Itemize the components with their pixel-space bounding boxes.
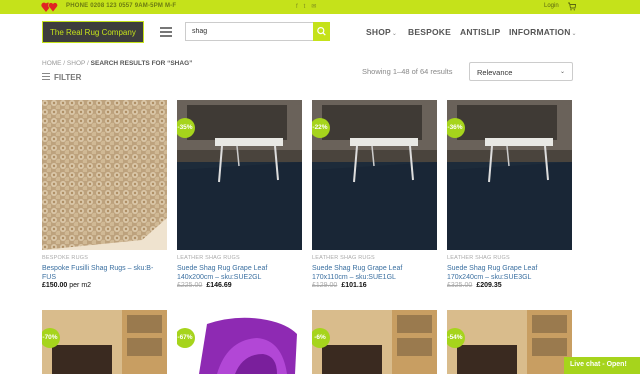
filter-icon: [42, 73, 50, 82]
top-bar: PHONE 0208 123 0557 9AM-5PM M-F f t ✉ Logi…: [0, 0, 640, 14]
nav-bespoke-label: BESPOKE: [408, 27, 451, 37]
filter-label: FILTER: [54, 73, 82, 82]
product-price: £225.00 £146.69: [177, 282, 232, 289]
email-icon[interactable]: ✉: [311, 4, 316, 10]
breadcrumb-shop[interactable]: SHOP: [67, 60, 85, 67]
nav-shop[interactable]: SHOP⌄: [366, 27, 397, 37]
chevron-down-icon: ⌄: [559, 69, 565, 75]
search-icon: [317, 27, 326, 36]
product-image[interactable]: -54%: [447, 310, 572, 374]
phone-number: PHONE 0208 123 0557 9AM-5PM M-F: [66, 3, 177, 9]
product-name[interactable]: Suede Shag Rug Grape Leaf 170x110cm – sk…: [312, 264, 437, 282]
product-name[interactable]: Suede Shag Rug Grape Leaf 170x240cm – sk…: [447, 264, 572, 282]
product-image[interactable]: -35%: [177, 100, 302, 250]
product-category[interactable]: LEATHER SHAG RUGS: [312, 255, 375, 261]
price-old: £325.00: [447, 282, 473, 289]
breadcrumb-current: SEARCH RESULTS FOR “SHAG”: [90, 60, 193, 67]
sort-selected: Relevance: [477, 68, 513, 77]
cart-icon[interactable]: [568, 2, 576, 11]
login-link[interactable]: Login: [544, 3, 559, 9]
twitter-icon[interactable]: t: [304, 4, 306, 10]
nav-information[interactable]: INFORMATION⌄: [509, 27, 577, 37]
product-image[interactable]: -6%: [312, 310, 437, 374]
sort-select[interactable]: Relevance ⌄: [469, 62, 573, 81]
price-old: £129.00: [312, 282, 338, 289]
search-box: [185, 22, 330, 41]
breadcrumb-home[interactable]: HOME: [42, 60, 62, 67]
nav-antislip[interactable]: ANTISLIP: [460, 27, 500, 37]
logo-text: The Real Rug Company: [50, 28, 136, 37]
price-current: £101.16: [341, 282, 367, 289]
product-price: £150.00 per m2: [42, 282, 91, 289]
price-suffix: per m2: [69, 282, 92, 289]
product-price: £129.00 £101.16: [312, 282, 367, 289]
search-button[interactable]: [313, 22, 330, 41]
price-current: £150.00: [42, 282, 68, 289]
product-category[interactable]: LEATHER SHAG RUGS: [177, 255, 240, 261]
product-image[interactable]: -70%: [42, 310, 167, 374]
social-links: f t ✉: [296, 3, 322, 10]
product-image[interactable]: -67%: [177, 310, 302, 374]
product-name[interactable]: Bespoke Fusilli Shag Rugs – sku:B-FUS: [42, 264, 167, 282]
product-price: £325.00 £209.35: [447, 282, 502, 289]
price-current: £146.69: [206, 282, 232, 289]
filter-button[interactable]: FILTER: [42, 73, 81, 82]
live-chat-button[interactable]: Live chat - Open!: [564, 357, 640, 374]
nav-antislip-label: ANTISLIP: [460, 27, 501, 37]
product-name[interactable]: Suede Shag Rug Grape Leaf 140x200cm – sk…: [177, 264, 302, 282]
price-current: £209.35: [476, 282, 502, 289]
nav-bespoke[interactable]: BESPOKE: [408, 27, 451, 37]
product-image[interactable]: -22%: [312, 100, 437, 250]
search-input[interactable]: [186, 23, 314, 40]
nav-information-label: INFORMATION: [509, 27, 571, 37]
product-category[interactable]: BESPOKE RUGS: [42, 255, 88, 261]
product-image[interactable]: [42, 100, 167, 250]
price-old: £225.00: [177, 282, 203, 289]
product-image[interactable]: -36%: [447, 100, 572, 250]
results-count: Showing 1–48 of 64 results: [362, 67, 453, 76]
nav-shop-label: SHOP: [366, 27, 391, 37]
hearts-logo-icon: [41, 2, 58, 13]
menu-hamburger-icon[interactable]: [160, 27, 172, 37]
chevron-down-icon: ⌄: [391, 31, 398, 37]
product-category[interactable]: LEATHER SHAG RUGS: [447, 255, 510, 261]
site-logo[interactable]: The Real Rug Company: [42, 21, 144, 43]
chevron-down-icon: ⌄: [571, 31, 577, 37]
breadcrumb: HOME / SHOP / SEARCH RESULTS FOR “SHAG”: [42, 60, 193, 67]
facebook-icon[interactable]: f: [296, 4, 298, 10]
